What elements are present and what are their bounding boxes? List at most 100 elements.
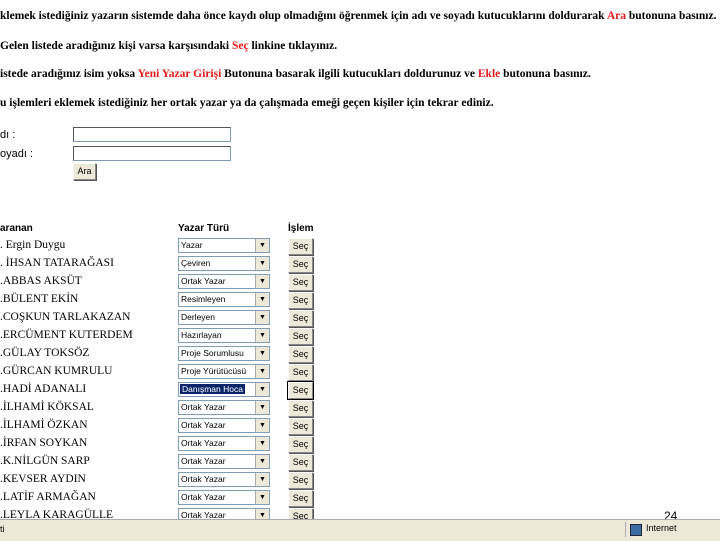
author-type-select[interactable]: Ortak Yazar ▼ bbox=[178, 274, 270, 289]
table-row: .İRFAN SOYKAN Ortak Yazar ▼ Seç bbox=[0, 436, 330, 454]
surname-label: oyadı : bbox=[0, 148, 34, 160]
internet-zone-icon bbox=[630, 524, 642, 536]
author-type-value: Proje Yürütücüsü bbox=[181, 366, 247, 376]
table-row: .KEVSER AYDIN Ortak Yazar ▼ Seç bbox=[0, 472, 330, 490]
author-type-value: Ortak Yazar bbox=[181, 402, 226, 412]
status-text: ti bbox=[0, 524, 5, 534]
author-type-value: Ortak Yazar bbox=[181, 438, 226, 448]
author-type-select[interactable]: Proje Yürütücüsü ▼ bbox=[178, 364, 270, 379]
name-input[interactable] bbox=[73, 127, 231, 142]
chevron-down-icon[interactable]: ▼ bbox=[255, 329, 269, 342]
name-label: dı : bbox=[0, 129, 16, 141]
surname-input[interactable] bbox=[73, 146, 231, 161]
select-button[interactable]: Seç bbox=[288, 418, 313, 435]
chevron-down-icon[interactable]: ▼ bbox=[255, 473, 269, 486]
author-name: .İLHAMİ KÖKSAL bbox=[0, 401, 94, 413]
chevron-down-icon[interactable]: ▼ bbox=[255, 383, 269, 396]
author-name: .BÜLENT EKİN bbox=[0, 293, 79, 305]
author-type-value: Ortak Yazar bbox=[181, 474, 226, 484]
author-name: .GÜRCAN KUMRULU bbox=[0, 365, 113, 377]
author-type-select[interactable]: Ortak Yazar ▼ bbox=[178, 454, 270, 469]
zone-label: Internet bbox=[646, 523, 677, 533]
author-type-select[interactable]: Hazırlayan ▼ bbox=[178, 328, 270, 343]
author-type-value: Ortak Yazar bbox=[181, 420, 226, 430]
table-row: .GÜLAY TOKSÖZ Proje Sorumlusu ▼ Seç bbox=[0, 346, 330, 364]
chevron-down-icon[interactable]: ▼ bbox=[255, 311, 269, 324]
author-type-select[interactable]: Ortak Yazar ▼ bbox=[178, 418, 270, 433]
table-row: .ERCÜMENT KUTERDEM Hazırlayan ▼ Seç bbox=[0, 328, 330, 346]
table-row: .BÜLENT EKİN Resimleyen ▼ Seç bbox=[0, 292, 330, 310]
author-type-select[interactable]: Ortak Yazar ▼ bbox=[178, 490, 270, 505]
author-name: .COŞKUN TARLAKAZAN bbox=[0, 311, 131, 323]
table-row: .İLHAMİ ÖZKAN Ortak Yazar ▼ Seç bbox=[0, 418, 330, 436]
select-button[interactable]: Seç bbox=[288, 292, 313, 309]
select-button[interactable]: Seç bbox=[288, 346, 313, 363]
table-row: . İHSAN TATARAĞASI Çeviren ▼ Seç bbox=[0, 256, 330, 274]
author-type-value: Ortak Yazar bbox=[181, 492, 226, 502]
author-name: . Ergin Duygu bbox=[0, 239, 66, 251]
author-name: .GÜLAY TOKSÖZ bbox=[0, 347, 90, 359]
table-row: .İLHAMİ KÖKSAL Ortak Yazar ▼ Seç bbox=[0, 400, 330, 418]
author-type-value: Proje Sorumlusu bbox=[181, 348, 244, 358]
author-type-value: Yazar bbox=[181, 240, 203, 250]
author-type-select[interactable]: Ortak Yazar ▼ bbox=[178, 436, 270, 451]
select-button[interactable]: Seç bbox=[288, 310, 313, 327]
author-type-value: Ortak Yazar bbox=[181, 456, 226, 466]
chevron-down-icon[interactable]: ▼ bbox=[255, 491, 269, 504]
author-type-select[interactable]: Yazar ▼ bbox=[178, 238, 270, 253]
search-button[interactable]: Ara bbox=[73, 163, 96, 180]
table-row: .GÜRCAN KUMRULU Proje Yürütücüsü ▼ Seç bbox=[0, 364, 330, 382]
author-name: . İHSAN TATARAĞASI bbox=[0, 257, 114, 269]
author-type-select[interactable]: Çeviren ▼ bbox=[178, 256, 270, 271]
chevron-down-icon[interactable]: ▼ bbox=[255, 275, 269, 288]
status-bar: ti Internet bbox=[0, 519, 720, 541]
select-button[interactable]: Seç bbox=[288, 274, 313, 291]
author-type-select[interactable]: Ortak Yazar ▼ bbox=[178, 472, 270, 487]
chevron-down-icon[interactable]: ▼ bbox=[255, 401, 269, 414]
select-button[interactable]: Seç bbox=[288, 490, 313, 507]
select-button[interactable]: Seç bbox=[288, 400, 313, 417]
select-button[interactable]: Seç bbox=[288, 454, 313, 471]
table-row: .HADİ ADANALI Danışman Hoca ▼ Seç bbox=[0, 381, 330, 400]
chevron-down-icon[interactable]: ▼ bbox=[255, 455, 269, 468]
author-type-value: Ortak Yazar bbox=[181, 276, 226, 286]
select-button[interactable]: Seç bbox=[288, 436, 313, 453]
author-name: .ERCÜMENT KUTERDEM bbox=[0, 329, 133, 341]
author-type-select[interactable]: Resimleyen ▼ bbox=[178, 292, 270, 307]
header-name: aranan bbox=[0, 223, 33, 234]
instruction-line-1: klemek istediğiniz yazarın sistemde daha… bbox=[0, 10, 717, 22]
chevron-down-icon[interactable]: ▼ bbox=[255, 419, 269, 432]
select-button[interactable]: Seç bbox=[287, 381, 314, 400]
author-type-value: Derleyen bbox=[181, 312, 216, 322]
author-type-select[interactable]: Ortak Yazar ▼ bbox=[178, 400, 270, 415]
author-type-select[interactable]: Proje Sorumlusu ▼ bbox=[178, 346, 270, 361]
instruction-line-4: u işlemleri eklemek istediğiniz her orta… bbox=[0, 97, 494, 109]
author-type-value: Çeviren bbox=[181, 258, 211, 268]
instruction-line-2: Gelen listede aradığınız kişi varsa karş… bbox=[0, 40, 338, 52]
header-action: İşlem bbox=[288, 223, 314, 234]
chevron-down-icon[interactable]: ▼ bbox=[255, 365, 269, 378]
select-button[interactable]: Seç bbox=[288, 256, 313, 273]
author-type-value: Danışman Hoca bbox=[180, 384, 245, 394]
author-name: .LATİF ARMAĞAN bbox=[0, 491, 96, 503]
select-button[interactable]: Seç bbox=[288, 472, 313, 489]
author-type-select[interactable]: Danışman Hoca ▼ bbox=[178, 382, 270, 397]
author-name: .İRFAN SOYKAN bbox=[0, 437, 88, 449]
select-button[interactable]: Seç bbox=[288, 238, 313, 255]
chevron-down-icon[interactable]: ▼ bbox=[255, 257, 269, 270]
chevron-down-icon[interactable]: ▼ bbox=[255, 347, 269, 360]
author-name: .İLHAMİ ÖZKAN bbox=[0, 419, 88, 431]
table-row: .K.NİLGÜN SARP Ortak Yazar ▼ Seç bbox=[0, 454, 330, 472]
chevron-down-icon[interactable]: ▼ bbox=[255, 239, 269, 252]
author-type-value: Hazırlayan bbox=[181, 330, 222, 340]
author-name: .ABBAS AKSÜT bbox=[0, 275, 82, 287]
chevron-down-icon[interactable]: ▼ bbox=[255, 293, 269, 306]
instruction-line-3: istede aradığınız isim yoksa Yeni Yazar … bbox=[0, 68, 591, 80]
select-button[interactable]: Seç bbox=[288, 328, 313, 345]
table-row: . Ergin Duygu Yazar ▼ Seç bbox=[0, 238, 330, 256]
author-name: .KEVSER AYDIN bbox=[0, 473, 86, 485]
author-type-select[interactable]: Derleyen ▼ bbox=[178, 310, 270, 325]
chevron-down-icon[interactable]: ▼ bbox=[255, 437, 269, 450]
select-button[interactable]: Seç bbox=[288, 364, 313, 381]
security-zone: Internet bbox=[625, 522, 720, 537]
